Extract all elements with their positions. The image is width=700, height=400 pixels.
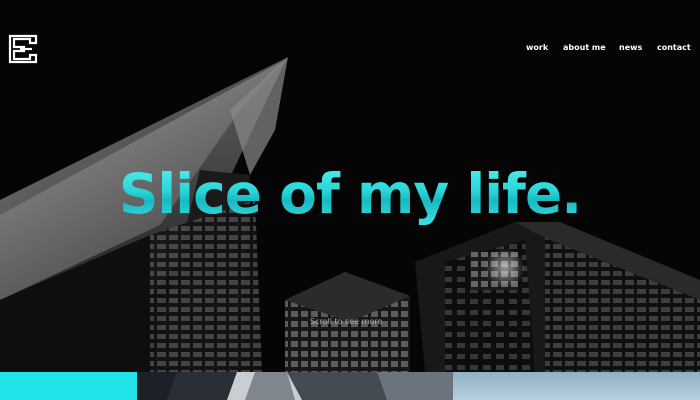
hero-section: work about me news contact Slice of my l…: [0, 0, 700, 372]
hero-headline: Slice of my life.: [0, 162, 700, 226]
building-thumbnail-image: [137, 372, 453, 400]
portfolio-tile-building-image[interactable]: [137, 372, 453, 400]
nav-item-about-me[interactable]: about me: [563, 43, 606, 52]
nav-item-news[interactable]: news: [619, 43, 642, 52]
scroll-hint[interactable]: Scroll to see more: [310, 317, 382, 326]
portfolio-tile-accent[interactable]: [0, 372, 137, 400]
stylized-E-logo-icon[interactable]: [8, 34, 38, 64]
nav-item-contact[interactable]: contact: [657, 43, 691, 52]
portfolio-tile-sky-image[interactable]: [453, 372, 700, 400]
nav-item-work[interactable]: work: [526, 43, 548, 52]
